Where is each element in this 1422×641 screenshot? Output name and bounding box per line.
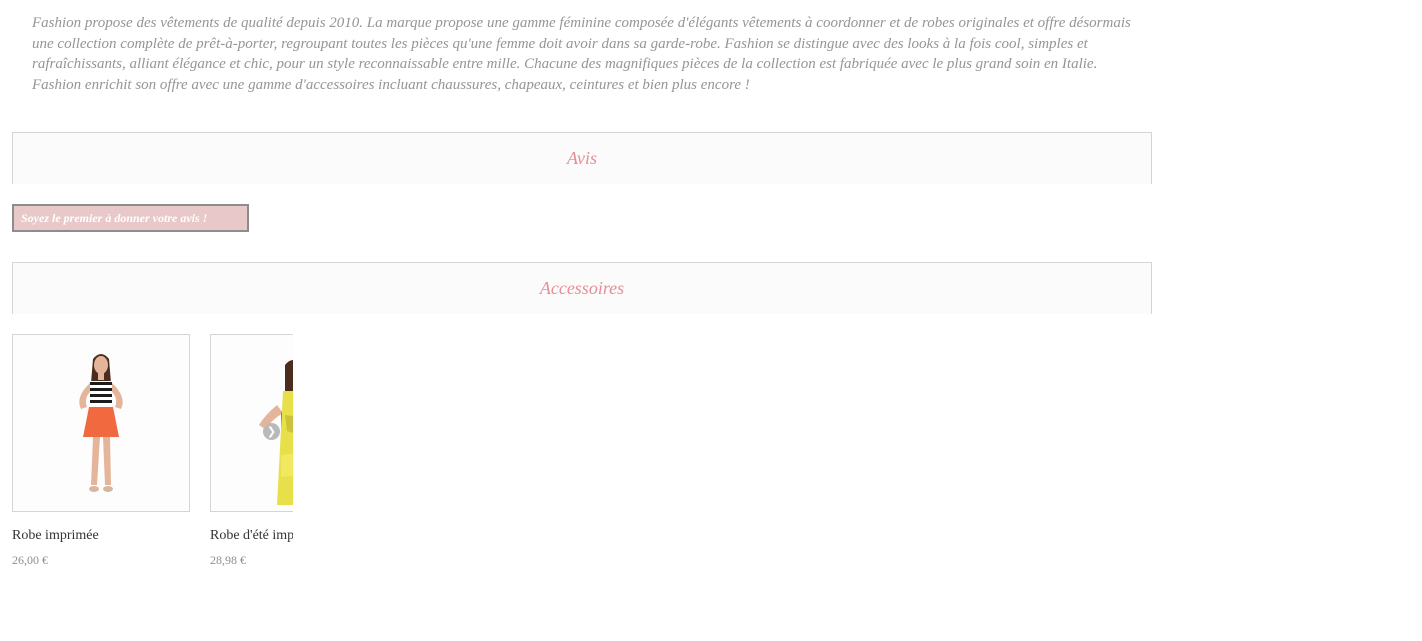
accessories-title: Accessoires [539,278,625,298]
accessories-carousel: Robe imprimée 26,00 € Robe d'été imp 28,… [12,334,293,584]
write-first-review-button[interactable]: Soyez le premier à donner votre avis ! [12,204,249,232]
accessories-section-header: Accessoires [12,262,1152,314]
reviews-title: Avis [567,148,597,168]
product-description: Fashion propose des vêtements de qualité… [32,15,1131,93]
product-photo-yellow-summer-dress [211,335,293,511]
product-photo-striped-top-orange-skirt [13,335,189,511]
product-price: 26,00 € [12,553,48,567]
carousel-track: Robe imprimée 26,00 € Robe d'été imp 28,… [12,334,293,584]
chevron-right-icon[interactable]: ❯ [263,423,280,440]
product-card[interactable]: Robe d'été imprimée 28,98 € [210,334,293,567]
reviews-section-header: Avis [12,132,1152,184]
product-image[interactable] [12,334,190,512]
product-name[interactable]: Robe imprimée [12,528,99,544]
product-image[interactable] [210,334,293,512]
product-card[interactable]: Robe imprimée 26,00 € [12,334,190,567]
product-name[interactable]: Robe d'été imprimée [210,528,293,544]
product-price: 28,98 € [210,553,246,567]
